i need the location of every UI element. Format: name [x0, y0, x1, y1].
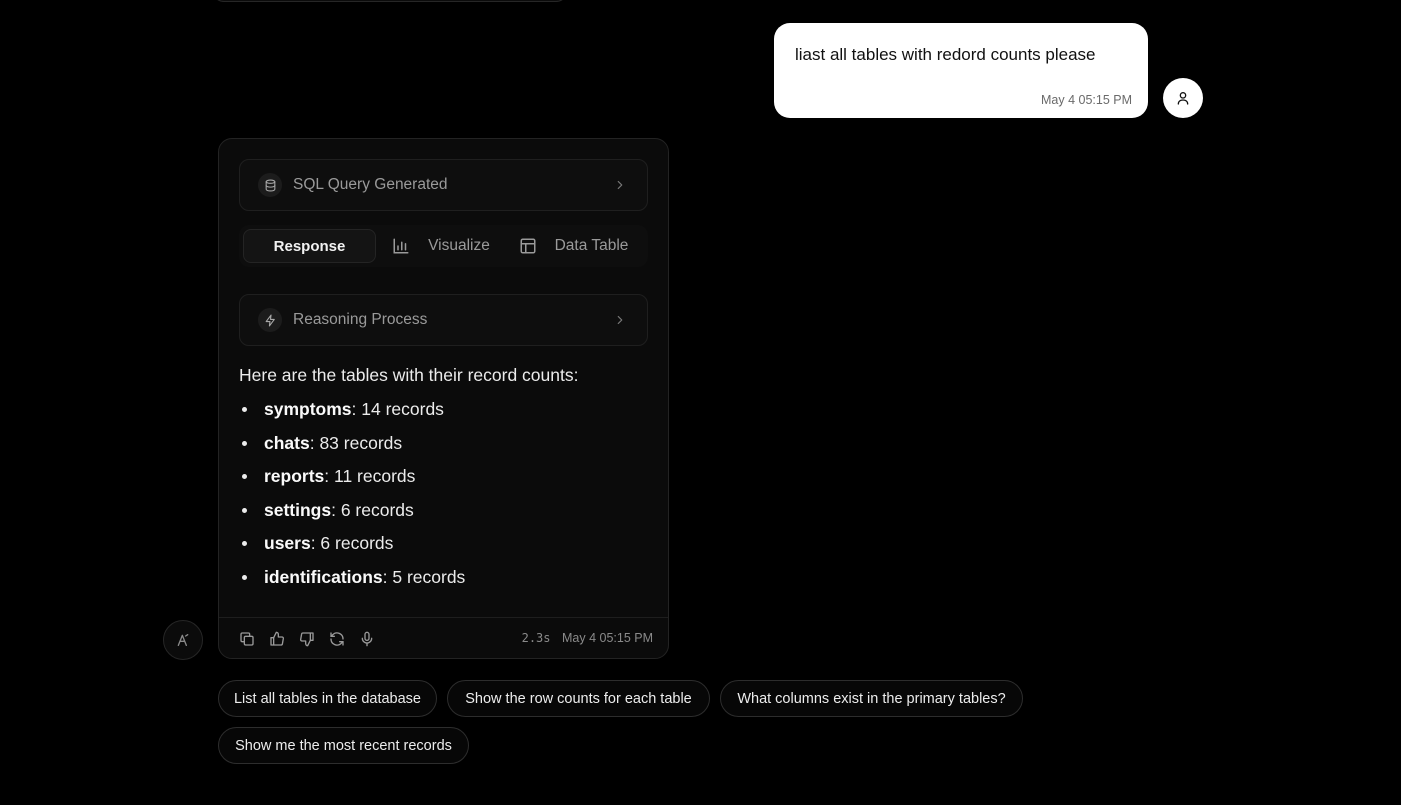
list-item: reports: 11 records [239, 464, 649, 498]
chat-view: liast all tables with redord counts plea… [0, 0, 1401, 805]
sql-query-label: SQL Query Generated [293, 176, 448, 193]
bar-chart-icon [393, 238, 409, 254]
user-message-bubble: liast all tables with redord counts plea… [774, 23, 1148, 118]
user-message-time: May 4 05:15 PM [1040, 93, 1132, 107]
chevron-right-icon [617, 180, 623, 190]
message-meta: 2.3s May 4 05:15 PM [522, 631, 653, 645]
assistant-message-time: May 4 05:15 PM [561, 631, 653, 645]
reasoning-process-label: Reasoning Process [293, 311, 428, 328]
record-count: : 14 records [351, 399, 444, 419]
suggestion-label: What columns exist in the primary tables… [737, 690, 1006, 707]
record-count: : 5 records [382, 566, 466, 587]
sql-query-toggle[interactable]: SQL Query Generated [239, 159, 648, 211]
lightning-icon [258, 308, 282, 332]
suggestion-chip[interactable]: Show the row counts for each table [447, 680, 710, 717]
list-item: identifications: 5 records [239, 565, 649, 599]
previous-message-bubble [212, 0, 568, 2]
table-count-list: symptoms: 14 records chats: 83 records r… [239, 397, 649, 598]
user-avatar [1163, 78, 1203, 118]
table-icon [520, 238, 536, 254]
suggestion-chip[interactable]: List all tables in the database [218, 680, 437, 717]
thumbs-down-icon[interactable] [299, 631, 315, 647]
suggestion-label: List all tables in the database [233, 690, 421, 707]
suggestion-label: Show me the most recent records [235, 737, 452, 754]
chevron-right-icon [617, 315, 623, 325]
tab-data-table[interactable]: Data Table [506, 229, 641, 263]
thumbs-up-icon[interactable] [269, 631, 285, 647]
microphone-icon[interactable] [359, 631, 375, 647]
regenerate-icon[interactable] [329, 631, 345, 647]
tab-visualize[interactable]: Visualize [376, 229, 506, 263]
database-icon [258, 173, 282, 197]
table-name: reports [264, 466, 325, 486]
list-item: users: 6 records [239, 531, 649, 565]
response-intro: Here are the tables with their record co… [239, 365, 579, 385]
response-content: Here are the tables with their record co… [239, 363, 649, 598]
response-duration: 2.3s [521, 631, 551, 645]
record-count: : 6 records [331, 499, 414, 520]
assistant-logo-icon [177, 634, 189, 646]
record-count: : 83 records [309, 432, 403, 453]
response-tabs: Response Visualize Data Table [239, 225, 648, 267]
record-count: : 6 records [310, 533, 394, 553]
user-message-text: liast all tables with redord counts plea… [795, 45, 1096, 64]
reasoning-process-toggle[interactable]: Reasoning Process [239, 294, 648, 346]
copy-icon[interactable] [239, 631, 255, 647]
tab-response-label: Response [273, 237, 346, 255]
suggestion-chip[interactable]: Show me the most recent records [218, 727, 469, 764]
list-item: chats: 83 records [239, 431, 649, 465]
table-name: users [264, 533, 311, 553]
tab-response[interactable]: Response [243, 229, 376, 263]
table-name: chats [264, 432, 310, 453]
table-name: settings [264, 499, 332, 520]
table-name: symptoms [264, 399, 352, 419]
message-actions: 2.3s May 4 05:15 PM [219, 617, 668, 659]
suggestion-chip[interactable]: What columns exist in the primary tables… [720, 680, 1023, 717]
list-item: settings: 6 records [239, 498, 649, 532]
user-icon [1177, 92, 1189, 105]
record-count: : 11 records [324, 466, 416, 486]
assistant-message-card: SQL Query Generated Response Visualize D… [218, 138, 669, 659]
suggestion-label: Show the row counts for each table [465, 690, 692, 707]
list-item: symptoms: 14 records [239, 397, 649, 431]
table-name: identifications [264, 566, 383, 587]
tab-data-table-label: Data Table [554, 237, 629, 254]
assistant-avatar [163, 620, 203, 660]
tab-visualize-label: Visualize [428, 237, 490, 254]
